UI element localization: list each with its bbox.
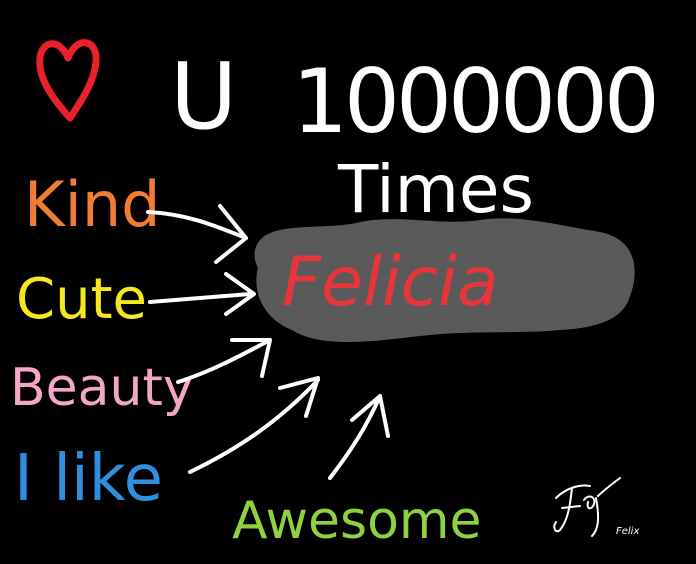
word-i-like: I like: [14, 442, 163, 516]
word-kind: Kind: [24, 168, 161, 241]
center-name: Felicia: [282, 243, 499, 322]
headline-count: 1000000: [292, 50, 656, 153]
headline-u: U: [170, 43, 237, 150]
arrow-i-like: [188, 376, 320, 474]
arrow-kind: [146, 204, 248, 264]
word-cute: Cute: [16, 267, 147, 332]
arrow-awesome: [328, 394, 390, 480]
word-beauty: Beauty: [10, 358, 194, 418]
arrow-cute: [148, 272, 256, 316]
word-awesome: Awesome: [232, 491, 482, 551]
heart-icon: [36, 39, 100, 122]
headline-times: Times: [337, 151, 534, 228]
signature-name: Felix: [616, 526, 639, 537]
signature-scribble: [553, 477, 621, 537]
drawing-svg: U 1000000 Times Felicia Kind Cute Beauty…: [10, 39, 660, 551]
drawing-canvas: U 1000000 Times Felicia Kind Cute Beauty…: [0, 0, 696, 564]
